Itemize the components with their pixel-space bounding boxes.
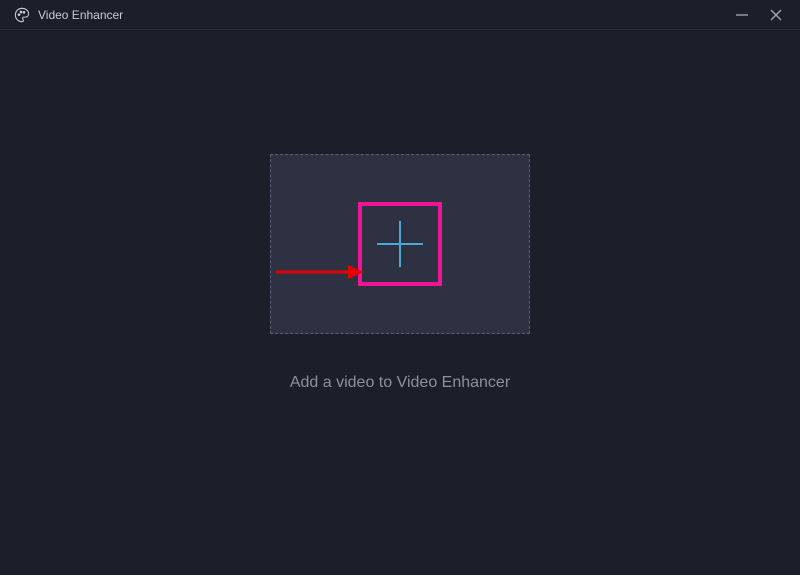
dropzone-caption: Add a video to Video Enhancer: [290, 374, 510, 392]
plus-icon: [373, 217, 427, 271]
add-video-dropzone[interactable]: [270, 154, 530, 334]
main-content: Add a video to Video Enhancer: [0, 0, 800, 545]
